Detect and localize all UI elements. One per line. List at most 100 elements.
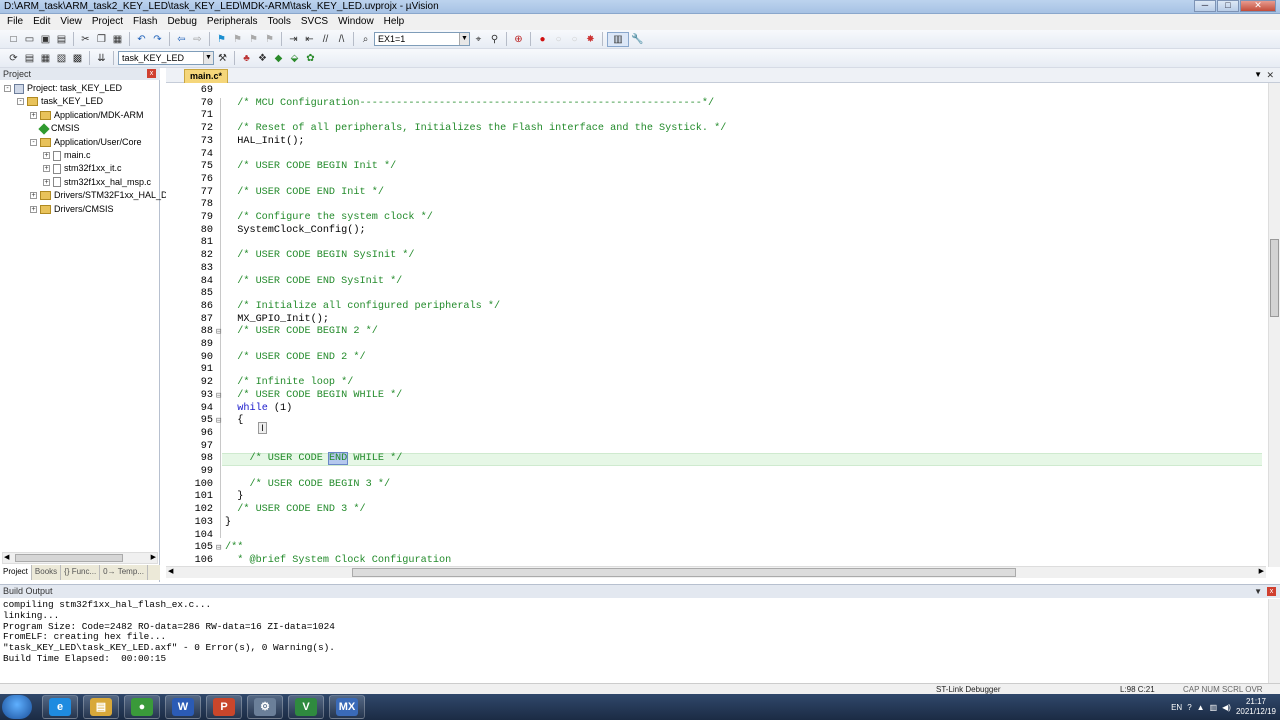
translate-icon[interactable]: ⟳ [6, 51, 21, 66]
new-file-icon[interactable]: □ [6, 32, 21, 47]
editor-horizontal-scrollbar[interactable]: ◀ ▶ [166, 566, 1266, 578]
tree-item[interactable]: CMSIS [30, 122, 80, 135]
menu-help[interactable]: Help [379, 14, 410, 30]
zoom-icon[interactable]: ⊕ [511, 32, 526, 47]
code-line[interactable]: 93 ⊟ /* USER CODE BEGIN WHILE */ [166, 390, 1264, 403]
tree-item[interactable]: + stm32f1xx_hal_msp.c [43, 176, 151, 189]
app-generic[interactable]: ⚙ [247, 695, 283, 719]
stm32cubemx-app[interactable]: MX [329, 695, 365, 719]
code-line[interactable]: 72 /* Reset of all peripherals, Initiali… [166, 123, 1264, 136]
keil-uvision-app[interactable]: V [288, 695, 324, 719]
unindent-icon[interactable]: ⇤ [302, 32, 317, 47]
code-line[interactable]: 73 HAL_Init(); [166, 136, 1264, 149]
menu-tools[interactable]: Tools [263, 14, 296, 30]
bookmark-icon[interactable]: ⚑ [214, 32, 229, 47]
maximize-button[interactable]: □ [1217, 0, 1239, 12]
find-in-files-icon[interactable]: ⌕ [358, 32, 373, 47]
chevron-down-icon[interactable]: ▼ [459, 33, 469, 45]
tree-item[interactable]: + Drivers/STM32F1xx_HAL_Drive [30, 189, 182, 202]
code-line[interactable]: 87 MX_GPIO_Init(); [166, 314, 1264, 327]
nav-back-icon[interactable]: ⇦ [174, 32, 189, 47]
menu-edit[interactable]: Edit [28, 14, 55, 30]
code-line[interactable]: 94 while (1) [166, 403, 1264, 416]
internet-explorer-app[interactable]: e [42, 695, 78, 719]
code-line[interactable]: 106 * @brief System Clock Configuration [166, 555, 1264, 565]
menu-project[interactable]: Project [87, 14, 128, 30]
tray-expand-icon[interactable]: ▲ [1197, 703, 1205, 712]
code-line[interactable]: 102 /* USER CODE END 3 */ [166, 504, 1264, 517]
menu-file[interactable]: File [2, 14, 28, 30]
code-area[interactable]: 69 70 /* MCU Configuration---------------… [166, 85, 1264, 565]
code-line[interactable]: 74 [166, 149, 1264, 162]
scroll-right-icon[interactable]: ▶ [151, 553, 156, 561]
word-app[interactable]: W [165, 695, 201, 719]
code-line[interactable]: 86 /* Initialize all configured peripher… [166, 301, 1264, 314]
code-line[interactable]: 90 /* USER CODE END 2 */ [166, 352, 1264, 365]
chrome-app[interactable]: ● [124, 695, 160, 719]
project-horizontal-scrollbar[interactable]: ◀ ▶ [2, 552, 158, 564]
tree-item[interactable]: - task_KEY_LED [17, 95, 103, 108]
manage-components-icon[interactable]: ❖ [255, 51, 270, 66]
find-icon[interactable]: ⚲ [487, 32, 502, 47]
code-line[interactable]: 85 [166, 288, 1264, 301]
indent-icon[interactable]: ⇥ [286, 32, 301, 47]
help-icon[interactable]: ? [1187, 703, 1191, 712]
disable-all-breakpoints-icon[interactable]: ○ [567, 32, 582, 47]
code-line[interactable]: 101 } [166, 491, 1264, 504]
code-line[interactable]: 78 [166, 199, 1264, 212]
panel-tab[interactable]: Project [0, 565, 32, 580]
menu-view[interactable]: View [55, 14, 87, 30]
close-icon[interactable]: x [1267, 587, 1276, 596]
breakpoint-icon[interactable]: ● [535, 32, 550, 47]
redo-icon[interactable]: ↷ [150, 32, 165, 47]
panel-tab[interactable]: {} Func... [61, 565, 101, 580]
download-icon[interactable]: ⇊ [94, 51, 109, 66]
powerpoint-app[interactable]: P [206, 695, 242, 719]
build-output-scrollbar[interactable] [1268, 599, 1280, 683]
kill-breakpoints-icon[interactable]: ✸ [583, 32, 598, 47]
scroll-thumb[interactable] [1270, 239, 1279, 317]
menu-svcs[interactable]: SVCS [296, 14, 333, 30]
scroll-left-icon[interactable]: ◀ [168, 567, 173, 575]
code-line[interactable]: 91 [166, 364, 1264, 377]
code-line[interactable]: 80 SystemClock_Config(); [166, 225, 1264, 238]
window-layout-icon[interactable]: ▥ [607, 31, 629, 47]
expand-icon[interactable]: + [43, 165, 50, 173]
code-line[interactable]: 98 /* USER CODE END WHILE */ [166, 452, 1264, 466]
code-line[interactable]: 84 /* USER CODE END SysInit */ [166, 276, 1264, 289]
tree-item[interactable]: + main.c [43, 149, 91, 162]
collapse-icon[interactable]: - [4, 85, 11, 92]
scroll-thumb[interactable] [352, 568, 1016, 577]
code-line[interactable]: 77 /* USER CODE END Init */ [166, 187, 1264, 200]
close-tab-icon[interactable]: ✕ [1266, 70, 1274, 81]
code-line[interactable]: 100 /* USER CODE BEGIN 3 */ [166, 479, 1264, 492]
tree-item[interactable]: + stm32f1xx_it.c [43, 162, 122, 175]
tree-item[interactable]: - Application/User/Core [30, 136, 142, 149]
fold-toggle-icon[interactable]: ⊟ [216, 390, 225, 403]
clock[interactable]: 21:17 2021/12/19 [1236, 697, 1276, 717]
start-button[interactable] [2, 695, 32, 719]
code-line[interactable]: 76 [166, 174, 1264, 187]
scroll-right-icon[interactable]: ▶ [1259, 567, 1264, 575]
code-line[interactable]: 97 [166, 441, 1264, 454]
panel-tab[interactable]: Books [32, 565, 62, 580]
undo-icon[interactable]: ↶ [134, 32, 149, 47]
volume-icon[interactable]: ◀) [1222, 703, 1231, 712]
code-line[interactable]: 75 /* USER CODE BEGIN Init */ [166, 161, 1264, 174]
incremental-find-icon[interactable]: ⌖ [471, 32, 486, 47]
network-icon[interactable]: ▥ [1210, 703, 1218, 712]
code-line[interactable]: 104 [166, 530, 1264, 543]
code-line[interactable]: 82 /* USER CODE BEGIN SysInit */ [166, 250, 1264, 263]
find-combo[interactable]: EX1=1 ▼ [374, 32, 470, 46]
select-packs-icon[interactable]: ✿ [303, 51, 318, 66]
tab-main-c[interactable]: main.c* [184, 69, 228, 83]
expand-icon[interactable]: + [43, 152, 50, 159]
tree-item[interactable]: - Project: task_KEY_LED [4, 82, 122, 95]
fold-toggle-icon[interactable]: ⊟ [216, 542, 225, 555]
pack-installer-icon[interactable]: ◆ [271, 51, 286, 66]
code-line[interactable]: 96 [166, 428, 1264, 441]
collapse-icon[interactable]: - [30, 138, 37, 146]
target-select[interactable]: task_KEY_LED ▼ [118, 51, 214, 65]
expand-icon[interactable]: + [30, 111, 37, 119]
expand-icon[interactable]: + [43, 178, 50, 186]
